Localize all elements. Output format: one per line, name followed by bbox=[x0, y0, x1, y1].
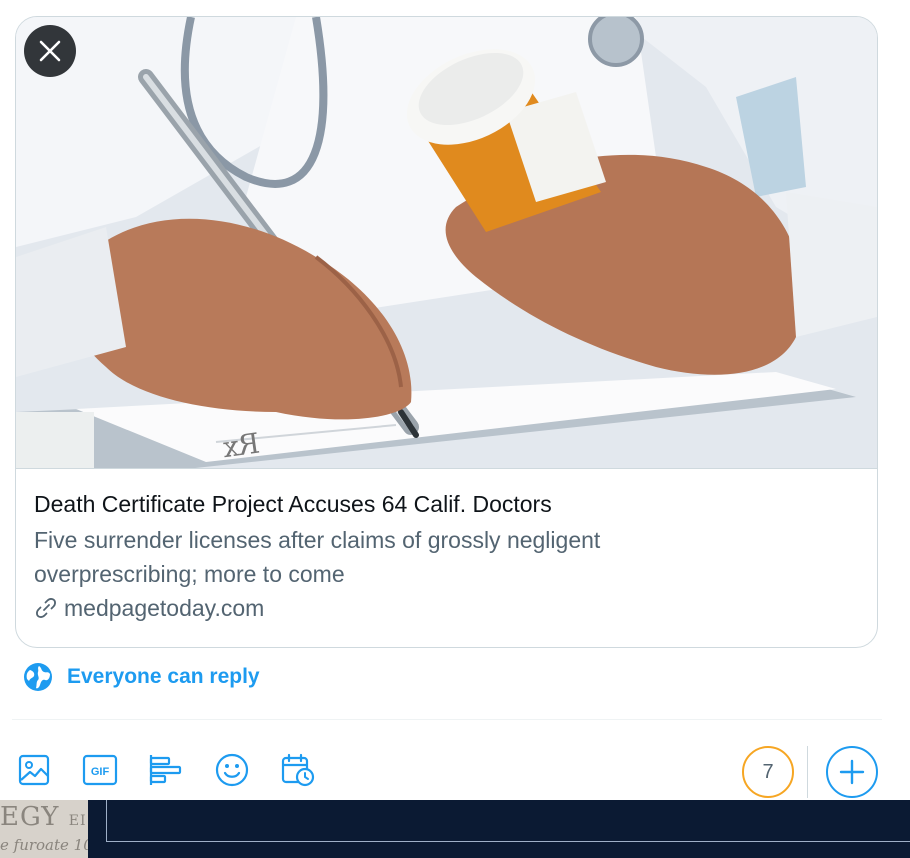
card-description: Five surrender licenses after claims of … bbox=[34, 523, 859, 591]
character-counter: 7 bbox=[742, 746, 794, 798]
svg-text:Rx: Rx bbox=[220, 426, 261, 464]
compose-toolbar: GIF bbox=[12, 748, 342, 792]
add-gif-button[interactable]: GIF bbox=[78, 748, 122, 792]
background-text: e furoate 10 bbox=[0, 836, 88, 854]
card-domain-text: medpagetoday.com bbox=[64, 595, 265, 621]
card-image: Rx bbox=[16, 17, 877, 469]
add-emoji-button[interactable] bbox=[210, 748, 254, 792]
schedule-button[interactable] bbox=[276, 748, 320, 792]
background-thumbnail: EGY EI e furoate 10 bbox=[0, 800, 88, 858]
add-poll-button[interactable] bbox=[144, 748, 188, 792]
schedule-icon bbox=[281, 753, 315, 787]
plus-icon bbox=[839, 759, 865, 785]
link-icon bbox=[36, 598, 56, 618]
card-title: Death Certificate Project Accuses 64 Cal… bbox=[34, 491, 552, 517]
gif-icon: GIF bbox=[82, 754, 118, 786]
reply-settings-label: Everyone can reply bbox=[67, 665, 260, 688]
add-media-button[interactable] bbox=[12, 748, 56, 792]
background-text: EGY EI bbox=[0, 802, 87, 832]
globe-icon bbox=[24, 663, 52, 691]
card-description-line: Five surrender licenses after claims of … bbox=[34, 527, 601, 553]
card-domain: medpagetoday.com bbox=[34, 593, 859, 623]
card-text: Death Certificate Project Accuses 64 Cal… bbox=[34, 489, 859, 623]
close-icon bbox=[39, 40, 61, 62]
gif-label: GIF bbox=[91, 766, 110, 778]
add-tweet-button[interactable] bbox=[826, 746, 878, 798]
reply-settings-button[interactable]: Everyone can reply bbox=[23, 662, 260, 692]
divider bbox=[12, 719, 882, 720]
emoji-icon bbox=[215, 753, 249, 787]
card-description-line: overprescribing; more to come bbox=[34, 561, 345, 587]
remove-card-button[interactable] bbox=[24, 25, 76, 77]
link-preview-card[interactable]: Rx Death Certificate Project Accuses 64 … bbox=[15, 16, 878, 648]
background-frame bbox=[106, 800, 910, 842]
image-icon bbox=[18, 754, 50, 786]
poll-icon bbox=[149, 755, 182, 785]
character-counter-value: 7 bbox=[762, 760, 774, 783]
toolbar-separator bbox=[807, 746, 808, 798]
doctor-prescription-illustration: Rx bbox=[16, 17, 877, 468]
background-page-strip: EGY EI e furoate 10 bbox=[0, 800, 910, 858]
